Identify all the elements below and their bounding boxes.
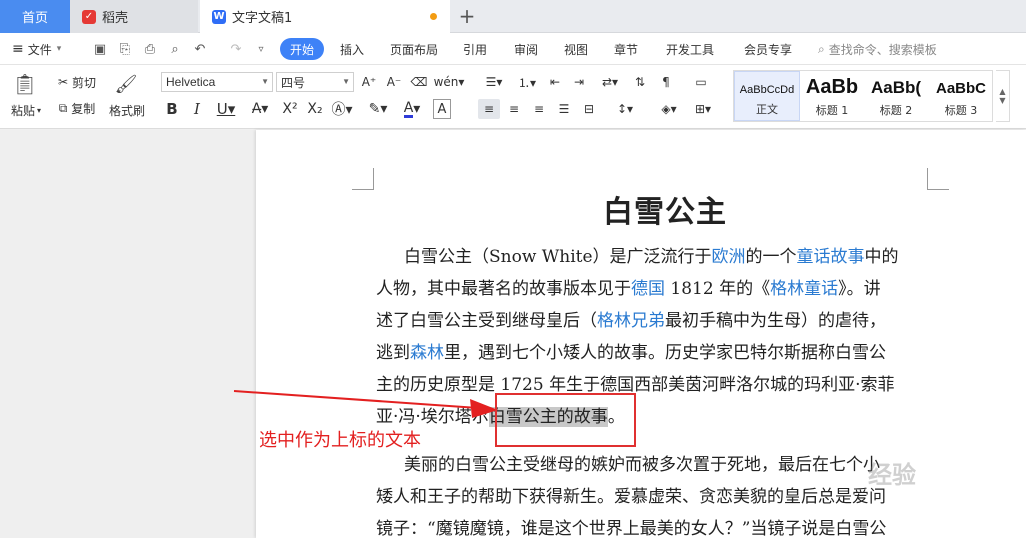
annotation-highlight-box	[495, 393, 636, 447]
watermark: 经验	[868, 461, 916, 489]
annotation-label: 选中作为上标的文本	[259, 430, 421, 451]
